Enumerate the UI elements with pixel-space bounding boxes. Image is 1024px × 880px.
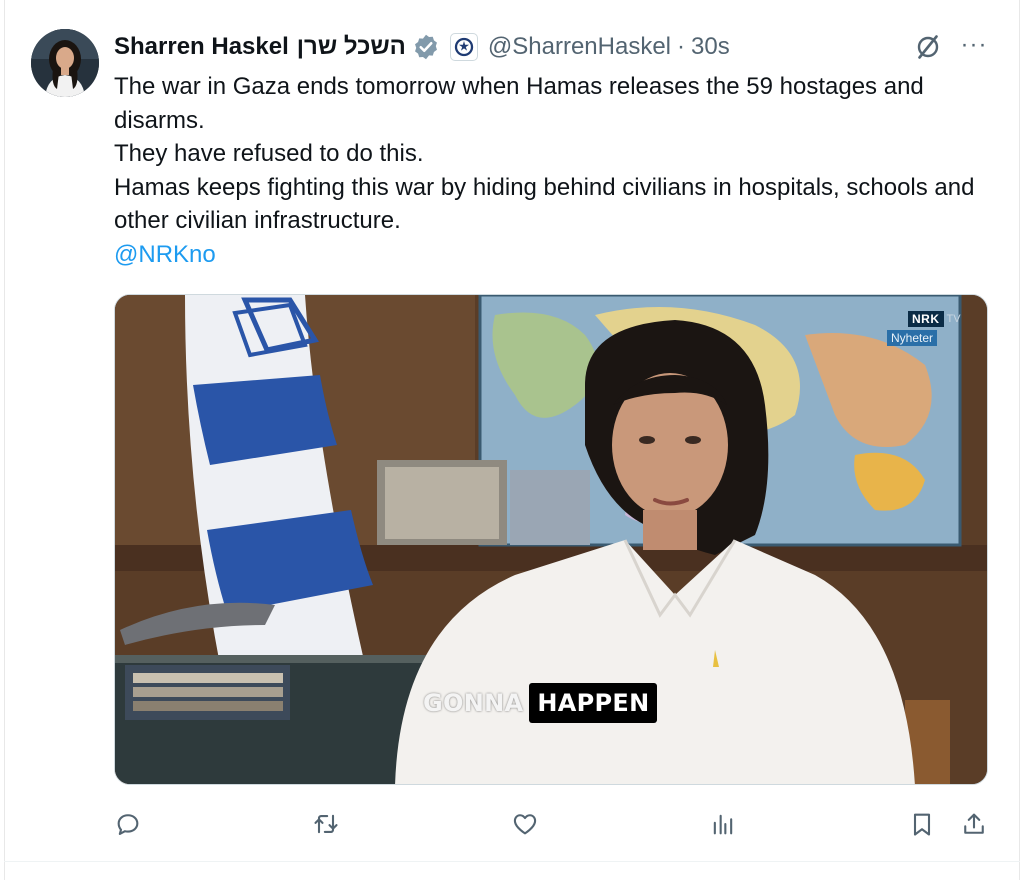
nrk-tv-label: TV <box>946 313 961 325</box>
tweet-text: The war in Gaza ends tomorrow when Hamas… <box>114 70 994 272</box>
grok-icon[interactable] <box>913 32 943 62</box>
caption-word: GONNA <box>423 689 524 717</box>
like-button[interactable] <box>507 806 543 842</box>
heart-icon <box>513 814 537 835</box>
bookmark-icon <box>913 813 931 836</box>
timestamp[interactable]: 30s <box>691 33 730 61</box>
video-caption: GONNA HAPPEN <box>415 683 658 723</box>
tweet-text-line: The war in Gaza ends tomorrow when Hamas… <box>114 73 924 134</box>
tweet-text-line: Hamas keeps fighting this war by hiding … <box>114 173 975 235</box>
affiliation-badge-icon[interactable] <box>449 33 478 61</box>
reply-button[interactable] <box>110 806 146 842</box>
author-name-hebrew[interactable]: השכל שרן <box>297 33 406 61</box>
tweet-card[interactable]: Sharren Haskel השכל שרן @SharrenHaskel ·… <box>0 0 1024 880</box>
header-separator: · <box>677 33 685 60</box>
frame-border-right <box>1019 0 1020 880</box>
tweet-header: Sharren Haskel השכל שרן @SharrenHaskel ·… <box>114 30 730 64</box>
nrk-logo: NRK <box>908 311 944 327</box>
more-options-icon[interactable]: ··· <box>957 30 991 60</box>
frame-border-left <box>4 0 5 880</box>
author-handle[interactable]: @SharrenHaskel <box>488 33 671 61</box>
reply-icon <box>117 814 139 835</box>
views-button[interactable] <box>705 806 741 842</box>
avatar-image <box>31 29 99 97</box>
divider <box>4 861 1020 862</box>
verified-badge-icon[interactable] <box>412 33 440 61</box>
mention-link[interactable]: @NRKno <box>114 241 216 268</box>
views-icon <box>713 814 733 835</box>
repost-icon <box>314 814 338 834</box>
share-button[interactable] <box>956 806 992 842</box>
share-icon <box>964 813 984 834</box>
video-player[interactable]: NRK TV Nyheter GONNA HAPPEN <box>114 294 988 785</box>
nrk-watermark: NRK TV <box>908 310 961 328</box>
tweet-text-line: They have refused to do this. <box>114 140 424 168</box>
nrk-sub-label: Nyheter <box>887 330 938 346</box>
avatar[interactable] <box>31 29 99 97</box>
repost-button[interactable] <box>308 806 344 842</box>
bookmark-button[interactable] <box>904 806 940 842</box>
caption-word-highlight: HAPPEN <box>529 683 658 723</box>
action-bar <box>0 806 1024 842</box>
author-name[interactable]: Sharren Haskel <box>114 33 289 61</box>
